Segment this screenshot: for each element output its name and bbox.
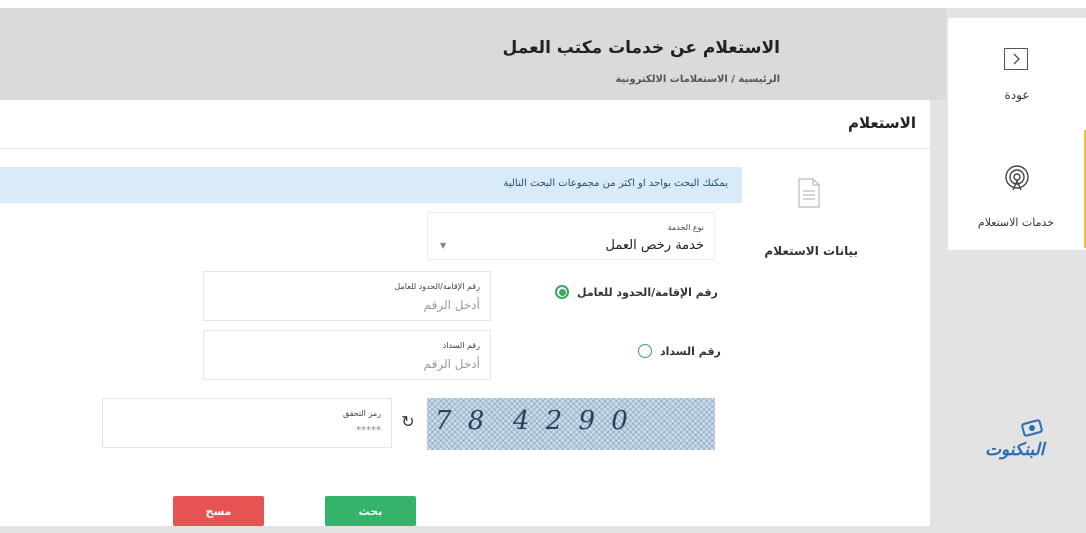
- back-button[interactable]: عودة: [948, 18, 1086, 128]
- captcha-field-placeholder: *****: [356, 425, 381, 436]
- captcha-image: 7 8 4 2 9 0: [427, 398, 715, 450]
- card-title: الاستعلام: [847, 114, 916, 132]
- radio-payment[interactable]: رقم السداد: [638, 344, 721, 358]
- broadcast-icon: [1005, 165, 1029, 191]
- page-title: الاستعلام عن خدمات مكتب العمل: [502, 38, 780, 58]
- services-label: خدمات الاستعلام: [977, 216, 1055, 229]
- chevron-right-icon: [1004, 48, 1028, 70]
- service-type-select[interactable]: نوع الخدمة خدمة رخص العمل ▼: [427, 212, 715, 260]
- radio-iqama[interactable]: رقم الإقامة/الحدود للعامل: [555, 285, 718, 299]
- payment-field-label: رقم السداد: [442, 341, 480, 350]
- iqama-field-placeholder: أدخل الرقم: [423, 298, 480, 312]
- radio-payment-label: رقم السداد: [660, 344, 721, 358]
- info-text: يمكنك البحث بواحد او اكثر من مجموعات الب…: [503, 178, 728, 189]
- breadcrumb[interactable]: الرئيسية / الاستعلامات الالكترونية: [615, 74, 780, 85]
- document-icon: [798, 178, 820, 208]
- payment-number-field[interactable]: رقم السداد أدخل الرقم: [203, 330, 491, 380]
- radio-iqama-label: رقم الإقامة/الحدود للعامل: [577, 285, 718, 299]
- radio-unselected-icon: [638, 344, 652, 358]
- caret-down-icon: ▼: [440, 241, 447, 250]
- service-type-label: نوع الخدمة: [667, 223, 704, 232]
- info-banner: يمكنك البحث بواحد او اكثر من مجموعات الب…: [0, 167, 742, 203]
- radio-selected-icon: [555, 285, 569, 299]
- card-header: الاستعلام: [0, 100, 930, 149]
- back-label: عودة: [1004, 88, 1030, 102]
- captcha-input[interactable]: رمز التحقق *****: [102, 398, 392, 448]
- refresh-icon[interactable]: ↻: [398, 412, 418, 432]
- side-navigation: عودة خدمات الاستعلام: [948, 18, 1086, 250]
- inquiry-card: الاستعلام بيانات الاستعلام يمكنك البحث ب…: [0, 100, 930, 526]
- sidebar-item-inquiry-services[interactable]: خدمات الاستعلام: [948, 130, 1086, 248]
- brand-logo: البنكنوت: [985, 418, 1045, 468]
- captcha-field-label: رمز التحقق: [342, 409, 381, 418]
- section-label: بيانات الاستعلام: [764, 244, 858, 258]
- payment-field-placeholder: أدخل الرقم: [423, 357, 480, 371]
- logo-text: البنكنوت: [985, 440, 1045, 460]
- captcha-digits: 7 8 4 2 9 0: [435, 406, 632, 436]
- page-header: الاستعلام عن خدمات مكتب العمل الرئيسية /…: [0, 8, 946, 100]
- clear-button[interactable]: مسح: [173, 496, 264, 526]
- iqama-field-label: رقم الإقامة/الحدود للعامل: [394, 282, 480, 291]
- service-type-value: خدمة رخص العمل: [605, 238, 704, 253]
- logo-mark-icon: [1021, 419, 1043, 437]
- window-top-edge: [0, 0, 1086, 8]
- search-button[interactable]: بحث: [325, 496, 416, 526]
- iqama-number-field[interactable]: رقم الإقامة/الحدود للعامل أدخل الرقم: [203, 271, 491, 321]
